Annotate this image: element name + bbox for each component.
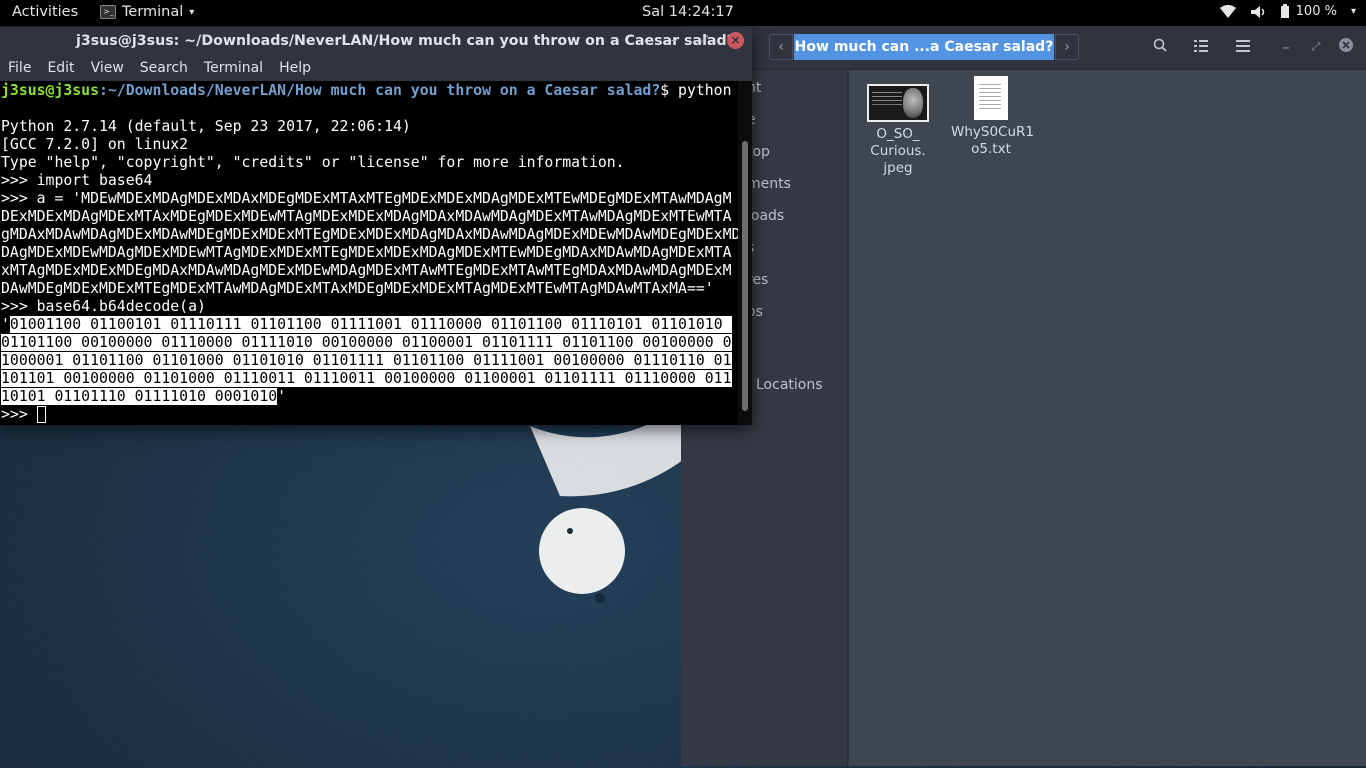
system-tray[interactable]: 100 % ▾ bbox=[1219, 4, 1356, 19]
final-prompt: >>> bbox=[1, 406, 37, 423]
chevron-down-icon: ▾ bbox=[189, 6, 195, 18]
terminal-scrollbar[interactable] bbox=[738, 81, 752, 425]
back-button[interactable]: ‹ bbox=[769, 34, 793, 60]
terminal-output[interactable]: j3sus@j3sus:~/Downloads/NeverLAN/How muc… bbox=[0, 81, 738, 425]
file-name: Curious. bbox=[870, 143, 926, 159]
terminal-menubar: File Edit View Search Terminal Help bbox=[0, 55, 752, 81]
file-item-txt[interactable]: WhyS0CuR1 o5.txt bbox=[951, 76, 1035, 158]
menu-edit[interactable]: Edit bbox=[47, 60, 74, 76]
menu-view[interactable]: View bbox=[91, 60, 124, 76]
app-menu[interactable]: >_ Terminal ▾ bbox=[100, 4, 194, 20]
files-content-area[interactable]: O_SO_ Curious. jpeg WhyS0CuR1 o5.txt bbox=[849, 70, 1366, 766]
decoded-output-line: 10101 01101110 01111010 0001010' bbox=[1, 388, 287, 405]
app-menu-label: Terminal bbox=[122, 4, 184, 20]
terminal-line: DAwMDEgMDExMDExMTEgMDExMTAwMDAgMDExMTAxM… bbox=[1, 280, 714, 297]
text-cursor bbox=[37, 406, 46, 423]
terminal-window[interactable]: j3sus@j3sus: ~/Downloads/NeverLAN/How mu… bbox=[0, 27, 752, 425]
close-icon[interactable] bbox=[1335, 36, 1357, 58]
file-name: o5.txt bbox=[971, 141, 1011, 157]
menu-terminal[interactable]: Terminal bbox=[204, 60, 263, 76]
prompt-line: j3sus@j3sus:~/Downloads/NeverLAN/How muc… bbox=[1, 82, 732, 100]
menu-hamburger-icon[interactable] bbox=[1232, 36, 1254, 58]
forward-button[interactable]: › bbox=[1055, 34, 1079, 60]
terminal-line: Type "help", "copyright", "credits" or "… bbox=[1, 154, 625, 171]
terminal-line: xMTAgMDExMDExMDEgMDAxMDAwMDAgMDExMDEwMDA… bbox=[1, 262, 732, 279]
battery-icon bbox=[1280, 4, 1289, 18]
terminal-line: DAgMDExMDEwMDAgMDExMDEwMTAgMDExMDExMTEgM… bbox=[1, 244, 732, 261]
selected-text: 101101 00100000 01101000 01110011 011100… bbox=[1, 370, 732, 387]
files-window[interactable]: ‹ How much can ...a Caesar salad? › – ⤢ … bbox=[681, 26, 1366, 766]
text-file-icon bbox=[974, 76, 1008, 120]
files-headerbar: ‹ How much can ...a Caesar salad? › – ⤢ bbox=[681, 26, 1366, 70]
minimize-icon[interactable]: – bbox=[666, 32, 682, 48]
sidebar-item-other-locations[interactable]: Locations bbox=[756, 377, 823, 393]
wifi-icon bbox=[1219, 5, 1236, 18]
terminal-line: DExMDExMDAgMDExMTAxMDEgMDExMDEwMTAgMDExM… bbox=[1, 208, 732, 225]
scrollbar-thumb[interactable] bbox=[742, 141, 748, 411]
sidebar-item[interactable]: ments bbox=[747, 176, 791, 192]
selected-text: 1000001 01101100 01101000 01101010 01101… bbox=[1, 352, 732, 369]
terminal-app-icon: >_ bbox=[100, 5, 116, 19]
activities-button[interactable]: Activities bbox=[12, 4, 78, 20]
selected-text: 01101100 00100000 01110000 01111010 0010… bbox=[1, 334, 732, 351]
terminal-line: Python 2.7.14 (default, Sep 23 2017, 22:… bbox=[1, 118, 411, 135]
menu-help[interactable]: Help bbox=[279, 60, 311, 76]
system-menu-chevron-icon: ▾ bbox=[1350, 6, 1356, 17]
selected-text: 10101 01101110 01111010 0001010 bbox=[1, 388, 278, 405]
file-name: WhyS0CuR1 bbox=[951, 124, 1035, 140]
decoded-output-line: 101101 00100000 01101000 01110011 011100… bbox=[1, 370, 732, 388]
window-title: j3sus@j3sus: ~/Downloads/NeverLAN/How mu… bbox=[76, 33, 735, 49]
prompt-user: j3sus@j3sus bbox=[1, 82, 99, 99]
decoded-output-line: '01001100 01100101 01110111 01101100 011… bbox=[1, 316, 732, 333]
file-name: O_SO_ bbox=[876, 126, 920, 142]
top-bar: Activities >_ Terminal ▾ Sal 14:24:17 10… bbox=[0, 0, 1366, 26]
prompt-command: $ python bbox=[660, 82, 732, 99]
search-icon[interactable] bbox=[1149, 36, 1171, 58]
view-list-icon[interactable] bbox=[1190, 36, 1212, 58]
terminal-line: >>> a = 'MDEwMDExMDAgMDExMDAxMDEgMDExMTA… bbox=[1, 190, 732, 207]
path-bar-current[interactable]: How much can ...a Caesar salad? bbox=[794, 34, 1054, 60]
terminal-titlebar[interactable]: j3sus@j3sus: ~/Downloads/NeverLAN/How mu… bbox=[0, 27, 752, 55]
clock[interactable]: Sal 14:24:17 bbox=[642, 4, 734, 20]
terminal-line: >>> import base64 bbox=[1, 172, 153, 189]
maximize-icon[interactable]: ⤢ bbox=[696, 32, 712, 48]
terminal-line: >>> base64.b64decode(a) bbox=[1, 298, 206, 315]
menu-file[interactable]: File bbox=[8, 60, 31, 76]
file-name: jpeg bbox=[883, 160, 913, 176]
decoded-output-line: 01101100 00100000 01110000 01111010 0010… bbox=[1, 334, 732, 352]
maximize-icon[interactable]: ⤢ bbox=[1305, 36, 1327, 58]
decoded-output-line: 1000001 01101100 01101000 01101010 01101… bbox=[1, 352, 732, 370]
prompt-path: :~/Downloads/NeverLAN/How much can you t… bbox=[99, 82, 661, 99]
minimize-icon[interactable]: – bbox=[1275, 36, 1297, 58]
selected-text: 01001100 01100101 01110111 01101100 0111… bbox=[9, 316, 732, 333]
battery-percent: 100 % bbox=[1295, 4, 1337, 19]
file-item-jpeg[interactable]: O_SO_ Curious. jpeg bbox=[858, 84, 938, 177]
menu-search[interactable]: Search bbox=[140, 60, 188, 76]
terminal-line: [GCC 7.2.0] on linux2 bbox=[1, 136, 189, 153]
volume-icon bbox=[1250, 5, 1264, 18]
sidebar-item[interactable]: loads bbox=[747, 208, 784, 224]
terminal-line: gMDAxMDAwMDAgMDExMDAwMDEgMDExMDExMTEgMDE… bbox=[1, 226, 738, 243]
close-icon[interactable]: × bbox=[727, 32, 744, 49]
image-file-icon bbox=[867, 84, 929, 122]
